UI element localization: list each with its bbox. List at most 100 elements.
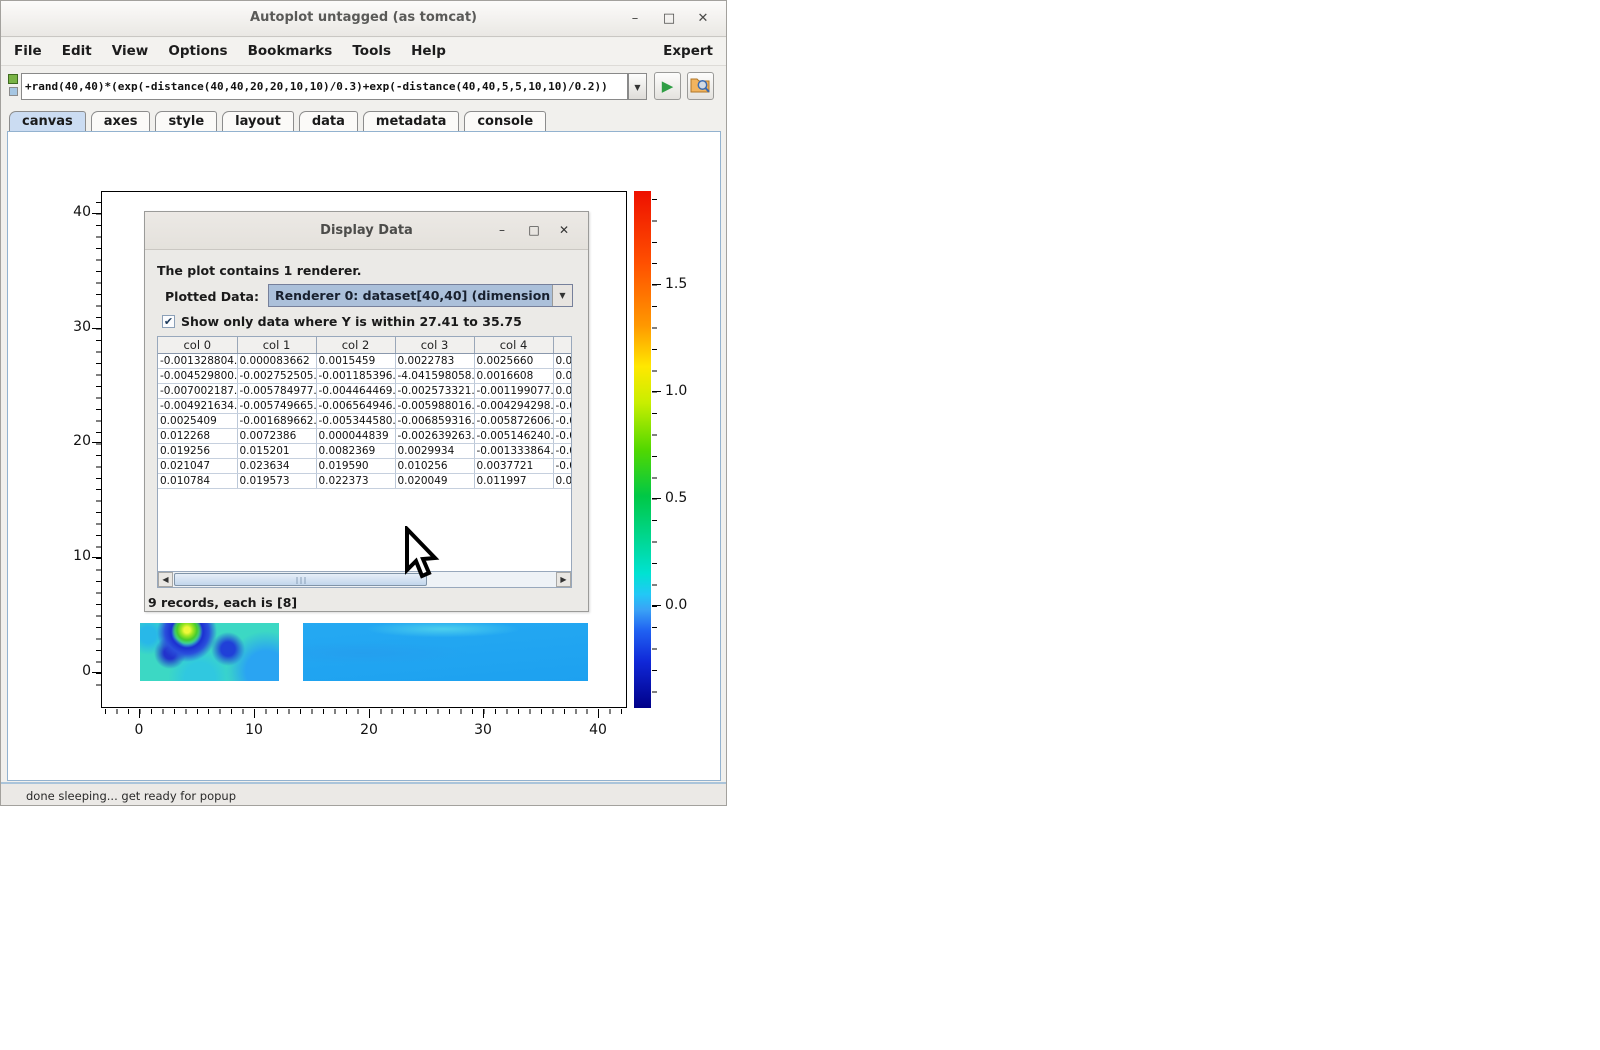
table-row: 0.019256 0.015201 0.0082369 0.0029934 -0… — [158, 443, 572, 458]
table-cell[interactable]: 0.023634 — [237, 458, 316, 473]
table-cell[interactable]: 0.022373 — [316, 473, 395, 488]
uri-dropdown-icon[interactable]: ▼ — [628, 73, 647, 100]
table-cell[interactable]: -0.004921634... — [158, 398, 237, 413]
table-cell[interactable]: 0.00 — [553, 353, 572, 368]
table-cell[interactable]: 0.0022783 — [395, 353, 474, 368]
table-cell[interactable]: -0.005749665... — [237, 398, 316, 413]
table-cell[interactable]: -0.005872606... — [474, 413, 553, 428]
table-cell[interactable]: 0.00 — [553, 368, 572, 383]
records-summary: 9 records, each is [8] — [148, 595, 297, 610]
scrollbar-thumb[interactable] — [174, 573, 427, 586]
table-cell[interactable]: 0.0025660 — [474, 353, 553, 368]
table-cell[interactable]: 0.010784 — [158, 473, 237, 488]
table-cell[interactable]: 0.011997 — [474, 473, 553, 488]
table-cell[interactable]: -0.0 — [553, 398, 572, 413]
dialog-maximize-icon[interactable]: □ — [524, 220, 544, 240]
renderer-select[interactable]: Renderer 0: dataset[40,40] (dimension...… — [268, 284, 573, 307]
table-cell[interactable]: 0.00 — [553, 473, 572, 488]
table-cell[interactable]: -0.006564946... — [316, 398, 395, 413]
table-cell[interactable]: -0.002639263... — [395, 428, 474, 443]
table-cell[interactable]: 0.0016608 — [474, 368, 553, 383]
table-cell[interactable]: -0.005146240... — [474, 428, 553, 443]
y-minor-ticks — [96, 202, 101, 696]
table-cell[interactable]: -0.001185396... — [316, 368, 395, 383]
table-cell[interactable]: -0.007002187... — [158, 383, 237, 398]
tab-style[interactable]: style — [155, 111, 217, 132]
dialog-close-icon[interactable]: ✕ — [554, 220, 574, 240]
table-cell[interactable]: 0.019256 — [158, 443, 237, 458]
menu-edit[interactable]: Edit — [62, 43, 92, 59]
table-cell[interactable]: 0.0037721 — [474, 458, 553, 473]
uri-input[interactable]: +rand(40,40)*(exp(-distance(40,40,20,20,… — [21, 73, 628, 100]
tab-canvas[interactable]: canvas — [9, 111, 86, 132]
menu-tools[interactable]: Tools — [352, 43, 391, 59]
table-cell[interactable]: -0.0 — [553, 413, 572, 428]
colorbar-label: 0.0 — [665, 597, 687, 613]
menu-options[interactable]: Options — [168, 43, 227, 59]
scroll-left-icon[interactable]: ◀ — [158, 572, 173, 587]
minimize-icon[interactable]: – — [624, 8, 646, 30]
close-icon[interactable]: ✕ — [692, 8, 714, 30]
table-cell[interactable]: 0.019573 — [237, 473, 316, 488]
table-cell[interactable]: 0.019590 — [316, 458, 395, 473]
table-cell[interactable]: 0.0082369 — [316, 443, 395, 458]
menu-bookmarks[interactable]: Bookmarks — [248, 43, 333, 59]
table-cell[interactable]: -0.004464469... — [316, 383, 395, 398]
tab-layout[interactable]: layout — [222, 111, 294, 132]
table-cell[interactable]: -0.005344580... — [316, 413, 395, 428]
table-cell[interactable]: -4.041598058... — [395, 368, 474, 383]
column-header[interactable]: col 4 — [474, 337, 553, 353]
table-cell[interactable]: -0.002573321... — [395, 383, 474, 398]
table-cell[interactable]: -0.001328804... — [158, 353, 237, 368]
filter-checkbox[interactable]: ✔ — [162, 315, 175, 328]
tab-console[interactable]: console — [464, 111, 546, 132]
menu-view[interactable]: View — [112, 43, 148, 59]
tab-metadata[interactable]: metadata — [363, 111, 459, 132]
menu-file[interactable]: File — [14, 43, 42, 59]
tab-data[interactable]: data — [299, 111, 358, 132]
dialog-minimize-icon[interactable]: – — [492, 220, 512, 240]
maximize-icon[interactable]: □ — [658, 8, 680, 30]
horizontal-scrollbar[interactable]: ◀ ▶ — [158, 571, 571, 587]
table-cell[interactable]: 0.00 — [553, 383, 572, 398]
go-button[interactable]: ▶ — [654, 72, 681, 100]
table-cell[interactable]: -0.006859316... — [395, 413, 474, 428]
table-cell[interactable]: -0.0 — [553, 428, 572, 443]
table-cell[interactable]: -0.005988016... — [395, 398, 474, 413]
table-cell[interactable]: -0.004529800... — [158, 368, 237, 383]
colorbar[interactable] — [634, 191, 651, 708]
colorbar-major-tick — [652, 498, 661, 499]
table-cell[interactable]: 0.0072386 — [237, 428, 316, 443]
expert-toggle[interactable]: Expert — [663, 43, 713, 59]
scroll-right-icon[interactable]: ▶ — [556, 572, 571, 587]
table-cell[interactable]: -0.001689662... — [237, 413, 316, 428]
table-cell[interactable]: 0.012268 — [158, 428, 237, 443]
table-cell[interactable]: 0.0025409 — [158, 413, 237, 428]
table-cell[interactable]: -0.002752505... — [237, 368, 316, 383]
column-header[interactable]: col 3 — [395, 337, 474, 353]
column-header[interactable]: col 2 — [316, 337, 395, 353]
table-cell[interactable]: -0.004294298... — [474, 398, 553, 413]
table-cell[interactable]: -0.005784977... — [237, 383, 316, 398]
table-cell[interactable]: 0.010256 — [395, 458, 474, 473]
table-cell[interactable]: 0.0015459 — [316, 353, 395, 368]
table-cell[interactable]: 0.0029934 — [395, 443, 474, 458]
table-cell[interactable]: -0.0 — [553, 443, 572, 458]
tab-axes[interactable]: axes — [91, 111, 151, 132]
table-cell[interactable]: 0.015201 — [237, 443, 316, 458]
window-titlebar: Autoplot untagged (as tomcat) – □ ✕ — [1, 1, 726, 37]
table-cell[interactable]: -0.001333864... — [474, 443, 553, 458]
table-cell[interactable]: 0.000044839 — [316, 428, 395, 443]
table-cell[interactable]: 0.020049 — [395, 473, 474, 488]
menu-help[interactable]: Help — [411, 43, 446, 59]
column-header[interactable]: col 1 — [237, 337, 316, 353]
column-header[interactable] — [553, 337, 572, 353]
table-cell[interactable]: -0.0 — [553, 458, 572, 473]
plotted-data-label: Plotted Data: — [165, 289, 259, 304]
column-header[interactable]: col 0 — [158, 337, 237, 353]
chevron-down-icon[interactable]: ▼ — [552, 285, 572, 306]
table-cell[interactable]: -0.001199077... — [474, 383, 553, 398]
inspect-uri-button[interactable] — [687, 72, 714, 100]
table-cell[interactable]: 0.000083662 — [237, 353, 316, 368]
table-cell[interactable]: 0.021047 — [158, 458, 237, 473]
